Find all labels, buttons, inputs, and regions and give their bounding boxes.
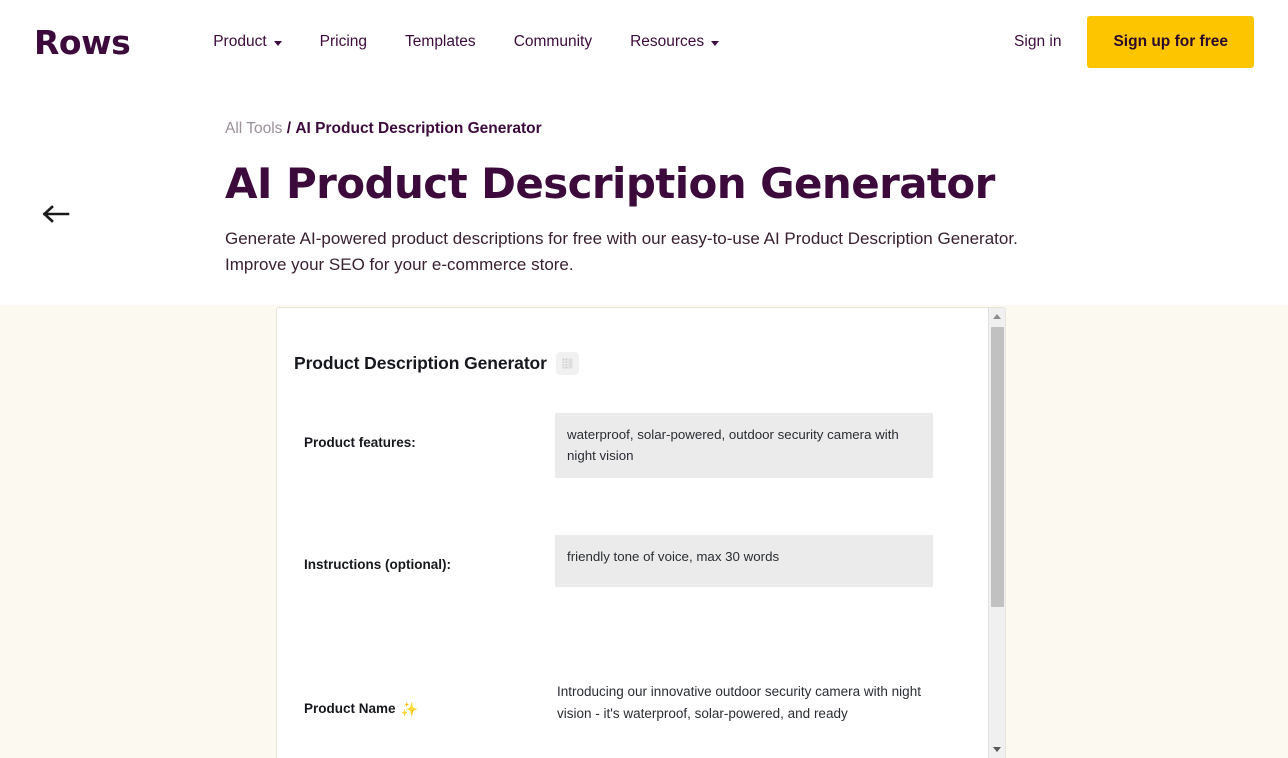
chevron-down-icon: [273, 40, 282, 46]
nav-item-label: Product: [213, 33, 267, 50]
site-header: Rows Product Pricing Templates Community…: [0, 0, 1288, 84]
chevron-down-icon: [711, 40, 720, 46]
tool-widget-body: Product Description Generator Product fe…: [277, 308, 988, 758]
widget-header: Product Description Generator: [277, 352, 988, 375]
hero-section: All Tools / AI Product Description Gener…: [0, 84, 1288, 305]
row-label: Instructions (optional):: [304, 557, 451, 572]
scroll-down-button[interactable]: [988, 741, 1005, 758]
scroll-up-button[interactable]: [988, 308, 1005, 325]
page-title: AI Product Description Generator: [225, 159, 995, 208]
sparkles-icon: ✨: [400, 700, 418, 717]
spreadsheet-grid-icon: [562, 358, 573, 369]
scrollbar-thumb[interactable]: [991, 327, 1004, 607]
form-row-instructions: Instructions (optional): friendly tone o…: [277, 535, 988, 587]
nav-item-resources[interactable]: Resources: [611, 25, 738, 59]
back-button[interactable]: [38, 196, 74, 232]
form-row-product-features: Product features: waterproof, solar-powe…: [277, 413, 988, 478]
nav-item-label: Templates: [405, 33, 476, 50]
sign-up-button[interactable]: Sign up for free: [1087, 16, 1254, 68]
tool-widget-card: Product Description Generator Product fe…: [276, 307, 1006, 758]
nav-item-pricing[interactable]: Pricing: [301, 25, 386, 59]
product-features-input[interactable]: waterproof, solar-powered, outdoor secur…: [555, 413, 933, 478]
row-label: Product Name ✨: [304, 679, 555, 716]
widget-title: Product Description Generator: [294, 353, 547, 373]
breadcrumb-all-tools[interactable]: All Tools: [225, 120, 282, 137]
row-label-text: Product Name: [304, 701, 396, 716]
nav-item-label: Resources: [630, 33, 705, 50]
page-description: Generate AI-powered product descriptions…: [225, 229, 1018, 274]
scroll-down-arrow-icon: [993, 747, 1001, 752]
row-spacer: [277, 488, 988, 535]
nav-item-label: Community: [513, 33, 593, 50]
rows-logo[interactable]: Rows: [34, 26, 131, 59]
row-label: Product features:: [304, 435, 416, 450]
nav-item-label: Pricing: [319, 33, 368, 50]
tool-section: Product Description Generator Product fe…: [0, 305, 1288, 758]
main-navigation: Product Pricing Templates Community Reso…: [194, 25, 738, 59]
nav-item-community[interactable]: Community: [495, 25, 611, 59]
breadcrumb-separator: /: [282, 120, 296, 137]
instructions-input[interactable]: friendly tone of voice, max 30 words: [555, 535, 933, 587]
header-actions: Sign in Sign up for free: [1014, 16, 1254, 68]
arrow-left-icon: [42, 205, 70, 223]
breadcrumb: All Tools / AI Product Description Gener…: [225, 120, 1055, 138]
breadcrumb-current: AI Product Description Generator: [295, 120, 542, 137]
sign-in-link[interactable]: Sign in: [1014, 33, 1061, 51]
spreadsheet-grid-icon-button[interactable]: [555, 352, 579, 375]
widget-scrollbar[interactable]: [988, 308, 1005, 758]
nav-item-product[interactable]: Product: [194, 25, 300, 59]
nav-item-templates[interactable]: Templates: [386, 25, 495, 59]
form-row-product-name: Product Name ✨ Introducing our innovativ…: [277, 679, 988, 725]
product-name-output: Introducing our innovative outdoor secur…: [557, 684, 921, 721]
row-spacer: [277, 597, 988, 679]
scroll-up-arrow-icon: [993, 314, 1001, 319]
